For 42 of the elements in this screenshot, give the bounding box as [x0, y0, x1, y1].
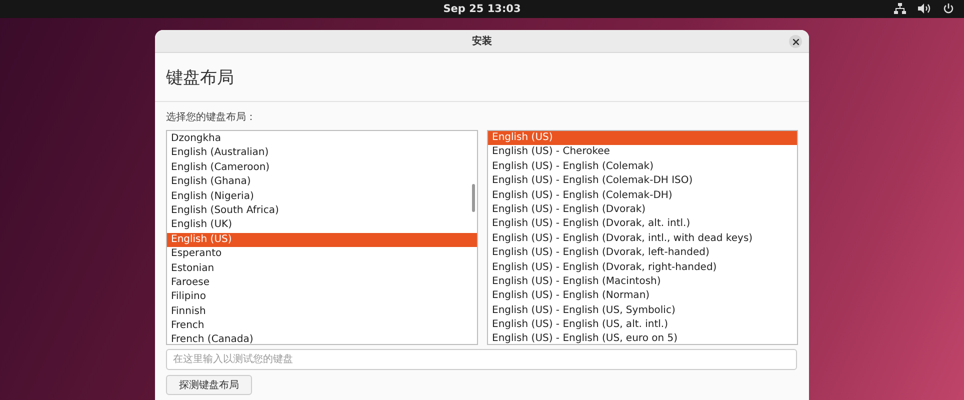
list-item[interactable]: English (UK): [167, 218, 477, 233]
page-heading: 键盘布局: [166, 66, 234, 88]
test-input-field[interactable]: 在这里输入以测试您的键盘: [166, 349, 797, 370]
list-item[interactable]: English (US) - English (Dvorak, left-handed): [488, 246, 797, 261]
volume-icon[interactable]: [918, 3, 931, 14]
list-item[interactable]: Esperanto: [167, 247, 477, 262]
list-item[interactable]: English (US) - English (Dvorak, alt. intl.): [488, 217, 797, 232]
list-item[interactable]: English (US) - Cherokee: [488, 145, 797, 160]
list-item[interactable]: English (Australian): [167, 146, 477, 161]
list-item[interactable]: Filipino: [167, 290, 477, 305]
list-item[interactable]: English (US) - English (US, Symbolic): [488, 304, 797, 318]
list-item[interactable]: English (Cameroon): [167, 160, 477, 176]
list-item[interactable]: English (US) - English (Dvorak, intl., with dead keys): [488, 232, 797, 246]
window-title: 安装: [472, 34, 492, 48]
list-item[interactable]: English (US) - English (US, euro on 5): [488, 332, 797, 344]
close-icon: [792, 38, 798, 44]
list-item[interactable]: English (Nigeria): [167, 190, 477, 204]
clock[interactable]: Sep 25 13:03: [443, 3, 521, 15]
prompt-label: 选择您的键盘布局：: [166, 112, 257, 124]
scrollbar-thumb[interactable]: [472, 184, 475, 212]
list-item[interactable]: English (US) - English (Dvorak): [488, 202, 797, 218]
network-icon[interactable]: [894, 3, 906, 14]
list-item[interactable]: English (US) - English (Macintosh): [488, 274, 797, 290]
list-item[interactable]: English (US) - English (Colemak-DH): [488, 188, 797, 203]
list-item[interactable]: Faroese: [167, 276, 477, 290]
list-item[interactable]: English (US) - English (Dvorak, right-handed): [488, 260, 797, 275]
list-item[interactable]: English (US) - English (Colemak-DH ISO): [488, 174, 797, 189]
list-item[interactable]: English (US): [488, 131, 797, 146]
list-item[interactable]: Estonian: [167, 262, 477, 276]
list-item[interactable]: Dzongkha: [167, 132, 477, 146]
list-item[interactable]: English (US): [167, 232, 477, 248]
list-item[interactable]: English (Ghana): [167, 175, 477, 190]
list-item[interactable]: English (US) - English (US, alt. intl.): [488, 318, 797, 332]
list-item[interactable]: French: [167, 319, 477, 334]
list-item[interactable]: Finnish: [167, 304, 477, 320]
list-item[interactable]: English (US) - English (Norman): [488, 289, 797, 304]
close-button[interactable]: [789, 35, 802, 48]
power-icon[interactable]: [943, 3, 954, 14]
list-item[interactable]: French (Canada): [167, 333, 477, 344]
detect-layout-button[interactable]: 探测键盘布局: [166, 375, 252, 395]
list-item[interactable]: English (South Africa): [167, 204, 477, 218]
list-item[interactable]: English (US) - English (Colemak): [488, 160, 797, 174]
